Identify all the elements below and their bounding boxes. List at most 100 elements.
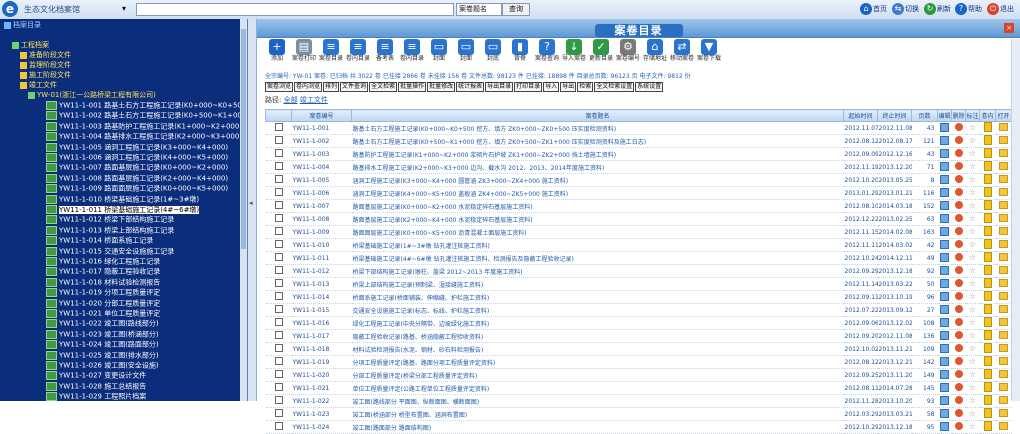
file-cell[interactable] bbox=[979, 173, 996, 187]
open-folder-icon[interactable] bbox=[999, 422, 1008, 430]
delete-icon[interactable] bbox=[954, 409, 963, 417]
star-icon[interactable]: ☆ bbox=[969, 254, 977, 262]
file-icon[interactable] bbox=[983, 317, 992, 327]
star-cell[interactable]: ☆ bbox=[965, 368, 980, 382]
open-folder-icon[interactable] bbox=[999, 344, 1008, 352]
file-cell[interactable] bbox=[979, 407, 996, 421]
star-icon[interactable]: ☆ bbox=[969, 358, 977, 366]
tree-file-item[interactable]: YW11-1-026 竣工图(安全设施) bbox=[46, 361, 159, 370]
archive-title[interactable]: 涵洞工程施工记录(K3+000~K4+000 圆管涵 ZK3+000~ZK4+0… bbox=[351, 173, 844, 187]
edit-cell[interactable] bbox=[937, 381, 952, 395]
tree-file-item[interactable]: YW11-1-023 竣工图(桥涵部分) bbox=[46, 329, 159, 339]
row-checkbox[interactable] bbox=[265, 121, 292, 135]
open-folder-icon[interactable] bbox=[999, 253, 1008, 261]
star-cell[interactable]: ☆ bbox=[965, 342, 980, 356]
checkbox-icon[interactable] bbox=[274, 422, 283, 430]
file-icon[interactable] bbox=[983, 174, 992, 184]
file-cell[interactable] bbox=[979, 238, 996, 252]
edit-cell[interactable] bbox=[937, 225, 952, 239]
file-cell[interactable] bbox=[979, 212, 996, 226]
archive-title[interactable]: 路面面层施工记录(K0+000~K5+000 沥青混凝土面层施工资料) bbox=[351, 225, 844, 239]
checkbox-icon[interactable] bbox=[274, 123, 283, 131]
open-folder-cell[interactable] bbox=[995, 394, 1012, 408]
tree-file-item[interactable]: YW11-1-004 路基排水工程施工记录(K2+000~K3+000) bbox=[46, 132, 242, 142]
top-button-home[interactable]: ⌂ 首页 bbox=[860, 2, 887, 16]
edit-icon[interactable] bbox=[940, 278, 949, 288]
mode-button[interactable]: 全文检索 bbox=[369, 82, 398, 92]
delete-cell[interactable] bbox=[951, 277, 966, 291]
tree-file-item[interactable]: YW11-1-015 交通安全设施施工记录 bbox=[46, 246, 174, 256]
mode-button[interactable]: 文件查询 bbox=[340, 82, 369, 92]
open-folder-icon[interactable] bbox=[999, 318, 1008, 326]
open-folder-icon[interactable] bbox=[999, 357, 1008, 365]
delete-cell[interactable] bbox=[951, 186, 966, 200]
edit-icon[interactable] bbox=[940, 174, 949, 184]
tree-node[interactable]: 准备阶段文件 bbox=[20, 51, 71, 60]
delete-icon[interactable] bbox=[954, 383, 963, 391]
column-header[interactable] bbox=[265, 109, 292, 122]
table-row[interactable]: YW11-1-022 竣工图(路线部分 平面图、纵断面图、横断面图) 2012.11… bbox=[265, 394, 1012, 408]
open-folder-icon[interactable] bbox=[999, 175, 1008, 183]
file-icon[interactable] bbox=[983, 304, 992, 314]
delete-cell[interactable] bbox=[951, 212, 966, 226]
checkbox-icon[interactable] bbox=[274, 162, 283, 170]
star-icon[interactable]: ☆ bbox=[969, 332, 977, 340]
file-icon[interactable] bbox=[983, 213, 992, 223]
file-icon[interactable] bbox=[983, 148, 992, 158]
breadcrumb-current-link[interactable]: 竣工文件 bbox=[300, 96, 328, 104]
tree-file-item[interactable]: YW11-1-006 涵洞工程施工记录(K4+000~K5+000) bbox=[46, 153, 228, 162]
tool-note[interactable]: ≡ 备考表 bbox=[373, 39, 397, 69]
star-icon[interactable]: ☆ bbox=[969, 189, 977, 197]
row-checkbox[interactable] bbox=[265, 264, 292, 278]
star-icon[interactable]: ☆ bbox=[969, 267, 977, 275]
tool-move[interactable]: ⇄ 移动案卷 bbox=[670, 39, 694, 69]
edit-cell[interactable] bbox=[937, 342, 952, 356]
mode-button[interactable]: 打印目录 bbox=[514, 82, 543, 92]
edit-cell[interactable] bbox=[937, 264, 952, 278]
edit-icon[interactable] bbox=[940, 382, 949, 392]
panel-splitter[interactable]: ◂ bbox=[248, 19, 257, 401]
table-row[interactable]: YW11-1-012 桥梁下部结构施工记录(墩柱、盖梁 2012~2013 年度施… bbox=[265, 264, 1012, 278]
open-folder-cell[interactable] bbox=[995, 407, 1012, 421]
archive-code[interactable]: YW11-1-017 bbox=[291, 329, 352, 343]
archive-code[interactable]: YW11-1-011 bbox=[291, 251, 352, 265]
delete-icon[interactable] bbox=[954, 188, 963, 196]
edit-cell[interactable] bbox=[937, 303, 952, 317]
edit-cell[interactable] bbox=[937, 134, 952, 148]
open-folder-icon[interactable] bbox=[999, 149, 1008, 157]
star-cell[interactable]: ☆ bbox=[965, 251, 980, 265]
row-checkbox[interactable] bbox=[265, 381, 292, 395]
archive-title[interactable]: 桥梁基础施工记录(1#~3#墩 钻孔灌注桩施工资料) bbox=[351, 238, 844, 252]
tree-file-item[interactable]: YW11-1-022 竣工图(路线部分) bbox=[46, 319, 159, 329]
delete-icon[interactable] bbox=[954, 253, 963, 261]
file-icon[interactable] bbox=[983, 278, 992, 288]
star-icon[interactable]: ☆ bbox=[969, 306, 977, 314]
open-folder-cell[interactable] bbox=[995, 199, 1012, 213]
table-row[interactable]: YW11-1-021 单位工程质量评定(公路工程单位工程质量评定资料) 2012.0… bbox=[265, 381, 1012, 395]
row-checkbox[interactable] bbox=[265, 342, 292, 356]
open-folder-icon[interactable] bbox=[999, 383, 1008, 391]
tool-catalog[interactable]: ≡ 案卷目录 bbox=[319, 39, 343, 69]
mode-button[interactable]: 排列 bbox=[323, 82, 340, 92]
top-button-exit[interactable]: ⏻ 退出 bbox=[987, 2, 1014, 16]
edit-cell[interactable] bbox=[937, 147, 952, 161]
archive-title[interactable]: 桥梁下部结构施工记录(墩柱、盖梁 2012~2013 年度施工资料) bbox=[351, 264, 844, 278]
archive-title[interactable]: 隐蔽工程验收记录(路基、桥涵隐蔽工程验收资料) bbox=[351, 329, 844, 343]
edit-cell[interactable] bbox=[937, 420, 952, 434]
file-icon[interactable] bbox=[983, 356, 992, 366]
open-folder-icon[interactable] bbox=[999, 136, 1008, 144]
edit-cell[interactable] bbox=[937, 394, 952, 408]
delete-icon[interactable] bbox=[954, 370, 963, 378]
star-icon[interactable]: ☆ bbox=[969, 410, 977, 418]
mode-button[interactable]: 导出 bbox=[560, 82, 577, 92]
mode-button[interactable]: 全文检索设置 bbox=[594, 82, 635, 92]
tool-import[interactable]: ↓ 导入案卷 bbox=[562, 39, 586, 69]
star-cell[interactable]: ☆ bbox=[965, 264, 980, 278]
edit-icon[interactable] bbox=[940, 187, 949, 197]
checkbox-icon[interactable] bbox=[274, 266, 283, 274]
file-icon[interactable] bbox=[983, 343, 992, 353]
column-header[interactable]: 页数 bbox=[911, 109, 938, 122]
delete-icon[interactable] bbox=[954, 227, 963, 235]
close-button[interactable]: × bbox=[1004, 23, 1014, 33]
star-icon[interactable]: ☆ bbox=[969, 280, 977, 288]
